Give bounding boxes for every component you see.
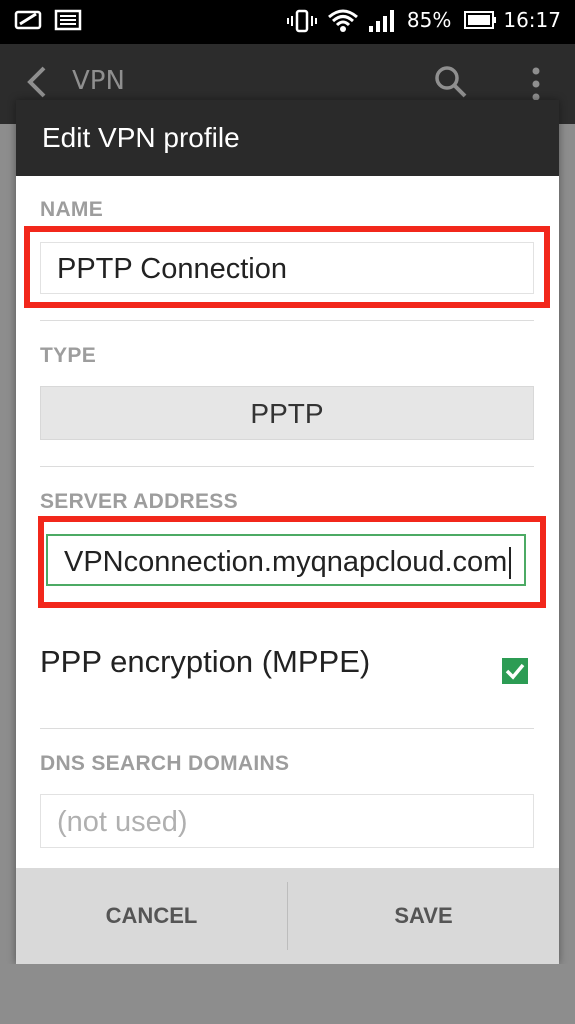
type-selector[interactable]: PPTP — [40, 386, 534, 440]
screenshot-icon — [14, 8, 42, 32]
server-address-field[interactable]: VPNconnection.myqnapcloud.com — [46, 534, 526, 586]
encryption-checkbox[interactable] — [502, 658, 528, 684]
save-button[interactable]: SAVE — [288, 868, 559, 964]
battery-icon — [463, 8, 497, 32]
divider — [40, 728, 534, 729]
search-icon[interactable] — [433, 64, 469, 100]
edit-vpn-dialog: Edit VPN profile NAME PPTP Connection TY… — [16, 100, 559, 964]
dialog-title: Edit VPN profile — [16, 100, 559, 176]
vibrate-icon — [286, 8, 317, 33]
checkmark-icon — [505, 663, 525, 680]
divider — [40, 320, 534, 321]
divider — [40, 466, 534, 467]
dns-field[interactable]: (not used) — [40, 794, 534, 848]
more-vert-icon[interactable] — [531, 66, 541, 102]
image-icon — [54, 8, 82, 32]
back-arrow-icon[interactable] — [24, 64, 50, 100]
status-bar: 85% 16:17 — [0, 0, 575, 44]
cancel-button[interactable]: CANCEL — [16, 868, 287, 964]
name-label: NAME — [40, 198, 104, 221]
server-address-label: SERVER ADDRESS — [40, 490, 238, 513]
name-field[interactable]: PPTP Connection — [40, 242, 534, 294]
dialog-footer: CANCEL SAVE — [16, 868, 559, 964]
server-address-value: VPNconnection.myqnapcloud.com — [64, 546, 508, 578]
signal-icon — [367, 8, 395, 32]
background-scrim — [0, 964, 575, 1024]
battery-percent: 85% — [406, 8, 452, 32]
text-cursor — [509, 547, 512, 580]
type-label: TYPE — [40, 344, 97, 367]
wifi-icon — [327, 8, 358, 32]
dns-label: DNS SEARCH DOMAINS — [40, 752, 290, 775]
encryption-label: PPP encryption (MPPE) — [40, 644, 371, 679]
clock: 16:17 — [503, 8, 561, 32]
app-bar-title: VPN — [72, 66, 125, 96]
